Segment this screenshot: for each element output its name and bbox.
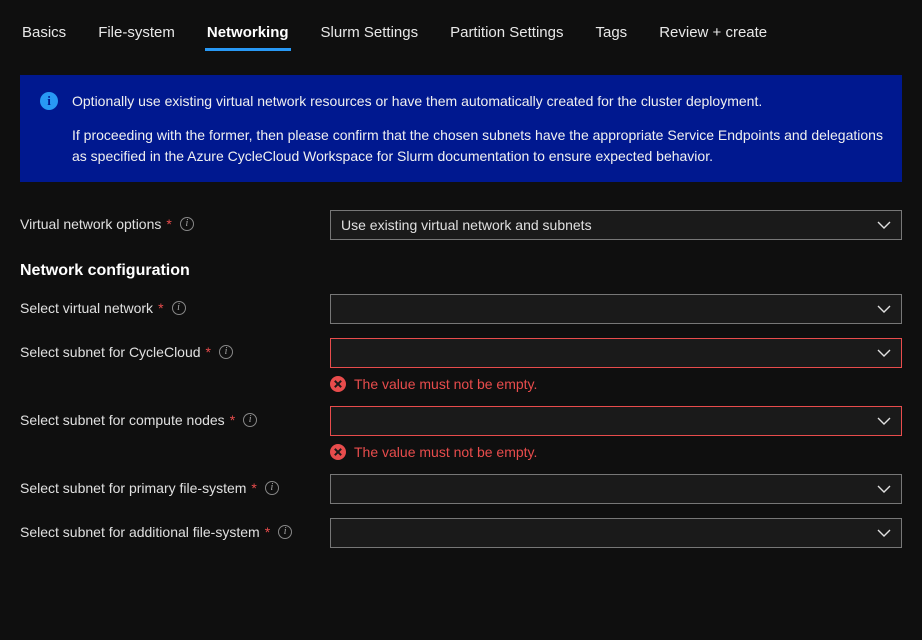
tab-partition-settings[interactable]: Partition Settings (448, 18, 565, 51)
error-subnet-compute: The value must not be empty. (330, 444, 902, 460)
tab-file-system[interactable]: File-system (96, 18, 177, 51)
dropdown-subnet-compute[interactable] (330, 406, 902, 436)
required-star: * (206, 344, 211, 360)
label-subnet-additional-fs: Select subnet for additional file-system… (20, 518, 330, 540)
banner-text-1: Optionally use existing virtual network … (72, 91, 886, 111)
tab-review-create[interactable]: Review + create (657, 18, 769, 51)
label-text-subnet-primary-fs: Select subnet for primary file-system (20, 480, 246, 496)
help-icon[interactable]: i (219, 345, 233, 359)
label-select-vnet: Select virtual network * i (20, 294, 330, 316)
label-vnet-options: Virtual network options * i (20, 210, 330, 232)
label-text-vnet-options: Virtual network options (20, 216, 161, 232)
error-icon (330, 376, 346, 392)
error-text-subnet-compute: The value must not be empty. (354, 444, 537, 460)
chevron-down-icon (877, 220, 891, 230)
dropdown-subnet-primary-fs[interactable] (330, 474, 902, 504)
label-text-subnet-additional-fs: Select subnet for additional file-system (20, 524, 260, 540)
label-subnet-primary-fs: Select subnet for primary file-system * … (20, 474, 330, 496)
tab-slurm-settings[interactable]: Slurm Settings (319, 18, 421, 51)
chevron-down-icon (877, 484, 891, 494)
chevron-down-icon (877, 348, 891, 358)
info-banner: i Optionally use existing virtual networ… (20, 75, 902, 182)
required-star: * (265, 524, 270, 540)
section-network-config: Network configuration (20, 262, 902, 280)
error-icon (330, 444, 346, 460)
error-subnet-cyclecloud: The value must not be empty. (330, 376, 902, 392)
dropdown-subnet-cyclecloud[interactable] (330, 338, 902, 368)
required-star: * (166, 216, 171, 232)
label-text-select-vnet: Select virtual network (20, 300, 153, 316)
required-star: * (158, 300, 163, 316)
info-icon: i (40, 92, 58, 110)
help-icon[interactable]: i (243, 413, 257, 427)
label-text-subnet-cc: Select subnet for CycleCloud (20, 344, 201, 360)
tab-basics[interactable]: Basics (20, 18, 68, 51)
dropdown-vnet-options[interactable]: Use existing virtual network and subnets (330, 210, 902, 240)
error-text-subnet-cc: The value must not be empty. (354, 376, 537, 392)
banner-text-2: If proceeding with the former, then plea… (72, 125, 886, 166)
tab-tags[interactable]: Tags (594, 18, 630, 51)
label-subnet-compute: Select subnet for compute nodes * i (20, 406, 330, 428)
tab-networking[interactable]: Networking (205, 18, 291, 51)
tab-bar: Basics File-system Networking Slurm Sett… (20, 18, 902, 51)
dropdown-value-vnet-options: Use existing virtual network and subnets (341, 217, 592, 233)
label-subnet-cyclecloud: Select subnet for CycleCloud * i (20, 338, 330, 360)
required-star: * (251, 480, 256, 496)
help-icon[interactable]: i (278, 525, 292, 539)
help-icon[interactable]: i (180, 217, 194, 231)
help-icon[interactable]: i (265, 481, 279, 495)
dropdown-select-vnet[interactable] (330, 294, 902, 324)
help-icon[interactable]: i (172, 301, 186, 315)
dropdown-subnet-additional-fs[interactable] (330, 518, 902, 548)
chevron-down-icon (877, 528, 891, 538)
required-star: * (230, 412, 235, 428)
chevron-down-icon (877, 304, 891, 314)
chevron-down-icon (877, 416, 891, 426)
label-text-subnet-compute: Select subnet for compute nodes (20, 412, 225, 428)
